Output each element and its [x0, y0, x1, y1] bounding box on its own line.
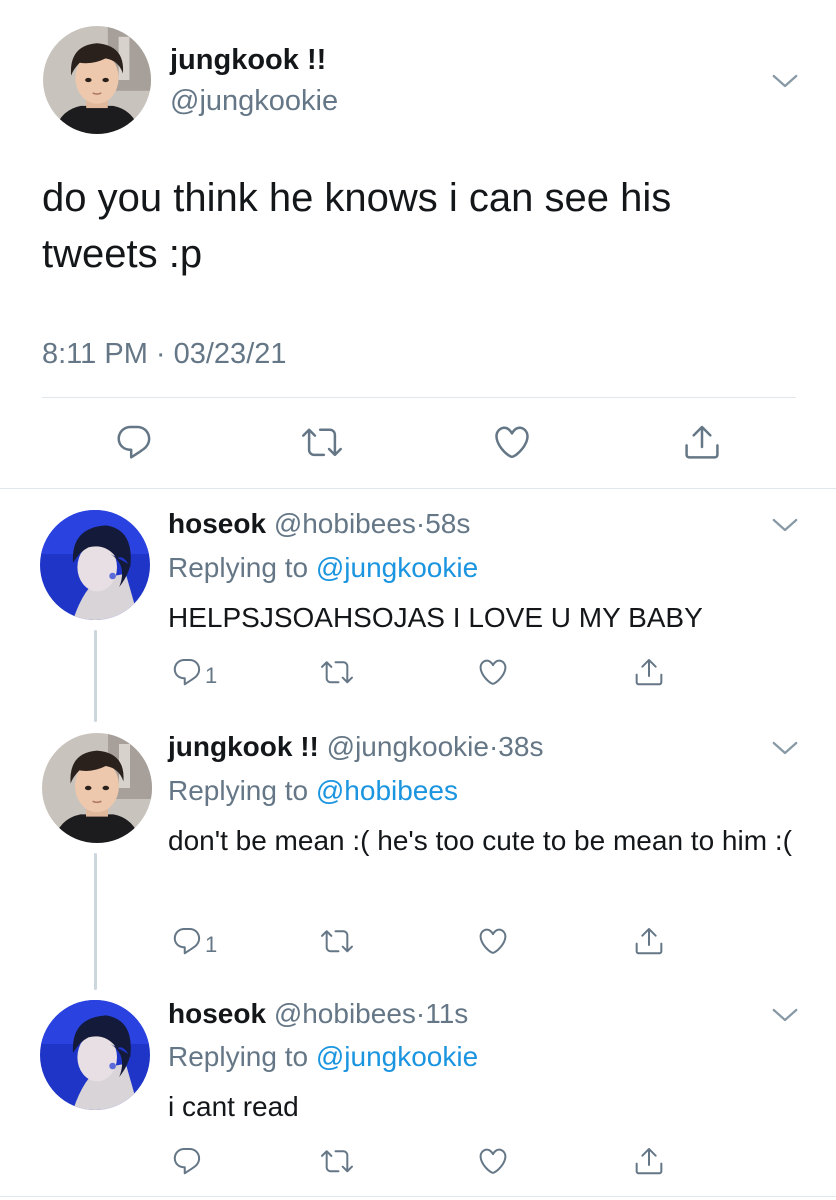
chevron-down-icon[interactable]	[770, 1000, 800, 1030]
thread-line	[94, 853, 97, 990]
replying-to-line: Replying to @jungkookie	[168, 552, 478, 584]
replying-prefix: Replying to	[168, 552, 309, 583]
retweet-icon[interactable]	[321, 925, 353, 957]
reply-avatar[interactable]	[42, 733, 152, 843]
section-divider	[0, 488, 836, 489]
replying-to-line: Replying to @hobibees	[168, 775, 458, 807]
replying-to-link[interactable]: @hobibees	[316, 775, 458, 806]
retweet-icon[interactable]	[302, 422, 342, 462]
reply-time: 58s	[425, 508, 471, 539]
replying-prefix: Replying to	[168, 775, 309, 806]
reply-count: 1	[205, 932, 218, 957]
reply-avatar[interactable]	[40, 1000, 150, 1110]
reply-icon[interactable]	[171, 1145, 203, 1177]
reply-text: HELPSJSOAHSOJAS I LOVE U MY BABY	[168, 602, 703, 633]
share-icon[interactable]	[682, 422, 722, 462]
reply-count: 1	[205, 663, 218, 688]
share-icon[interactable]	[633, 656, 665, 688]
main-tweet-timestamp: 8:11 PM · 03/23/21	[42, 338, 287, 370]
reply-handle[interactable]: @jungkookie	[327, 731, 489, 762]
thread-line	[94, 630, 97, 722]
reply-avatar[interactable]	[40, 510, 150, 620]
reply-name-line: hoseok @hobibees·58s	[168, 508, 470, 540]
main-tweet-text: do you think he knows i can see his twee…	[42, 176, 672, 276]
reply-time: 38s	[498, 731, 544, 762]
reply-display-name[interactable]: hoseok	[168, 508, 266, 539]
retweet-icon[interactable]	[321, 1145, 353, 1177]
main-tweet-handle[interactable]: @jungkookie	[170, 85, 338, 118]
main-tweet-divider	[42, 397, 796, 398]
replying-prefix: Replying to	[168, 1041, 309, 1072]
main-tweet-display-name[interactable]: jungkook !!	[170, 44, 326, 77]
replying-to-link[interactable]: @jungkookie	[316, 552, 478, 583]
like-icon[interactable]	[477, 656, 509, 688]
replying-to-line: Replying to @jungkookie	[168, 1041, 478, 1073]
share-icon[interactable]	[633, 1145, 665, 1177]
reply-time: 11s	[425, 998, 469, 1029]
like-icon[interactable]	[477, 1145, 509, 1177]
main-tweet-avatar[interactable]	[43, 26, 151, 134]
retweet-icon[interactable]	[321, 656, 353, 688]
chevron-down-icon[interactable]	[770, 733, 800, 763]
replying-to-link[interactable]: @jungkookie	[316, 1041, 478, 1072]
bottom-divider	[0, 1196, 836, 1197]
reply-icon[interactable]	[171, 656, 203, 688]
reply-display-name[interactable]: jungkook !!	[168, 731, 319, 762]
share-icon[interactable]	[633, 925, 665, 957]
chevron-down-icon[interactable]	[770, 66, 800, 96]
reply-icon[interactable]	[171, 925, 203, 957]
reply-text: i cant read	[168, 1091, 299, 1122]
chevron-down-icon[interactable]	[770, 510, 800, 540]
separator-dot: ·	[488, 731, 499, 762]
separator-dot: ·	[415, 508, 426, 539]
reply-icon[interactable]	[114, 422, 154, 462]
separator-dot: ·	[415, 998, 426, 1029]
like-icon[interactable]	[492, 422, 532, 462]
reply-text: don't be mean :( he's too cute to be mea…	[168, 825, 792, 856]
reply-name-line: jungkook !! @jungkookie·38s	[168, 731, 543, 763]
reply-handle[interactable]: @hobibees	[274, 998, 416, 1029]
reply-name-line: hoseok @hobibees·11s	[168, 998, 468, 1030]
reply-display-name[interactable]: hoseok	[168, 998, 266, 1029]
like-icon[interactable]	[477, 925, 509, 957]
reply-handle[interactable]: @hobibees	[274, 508, 416, 539]
